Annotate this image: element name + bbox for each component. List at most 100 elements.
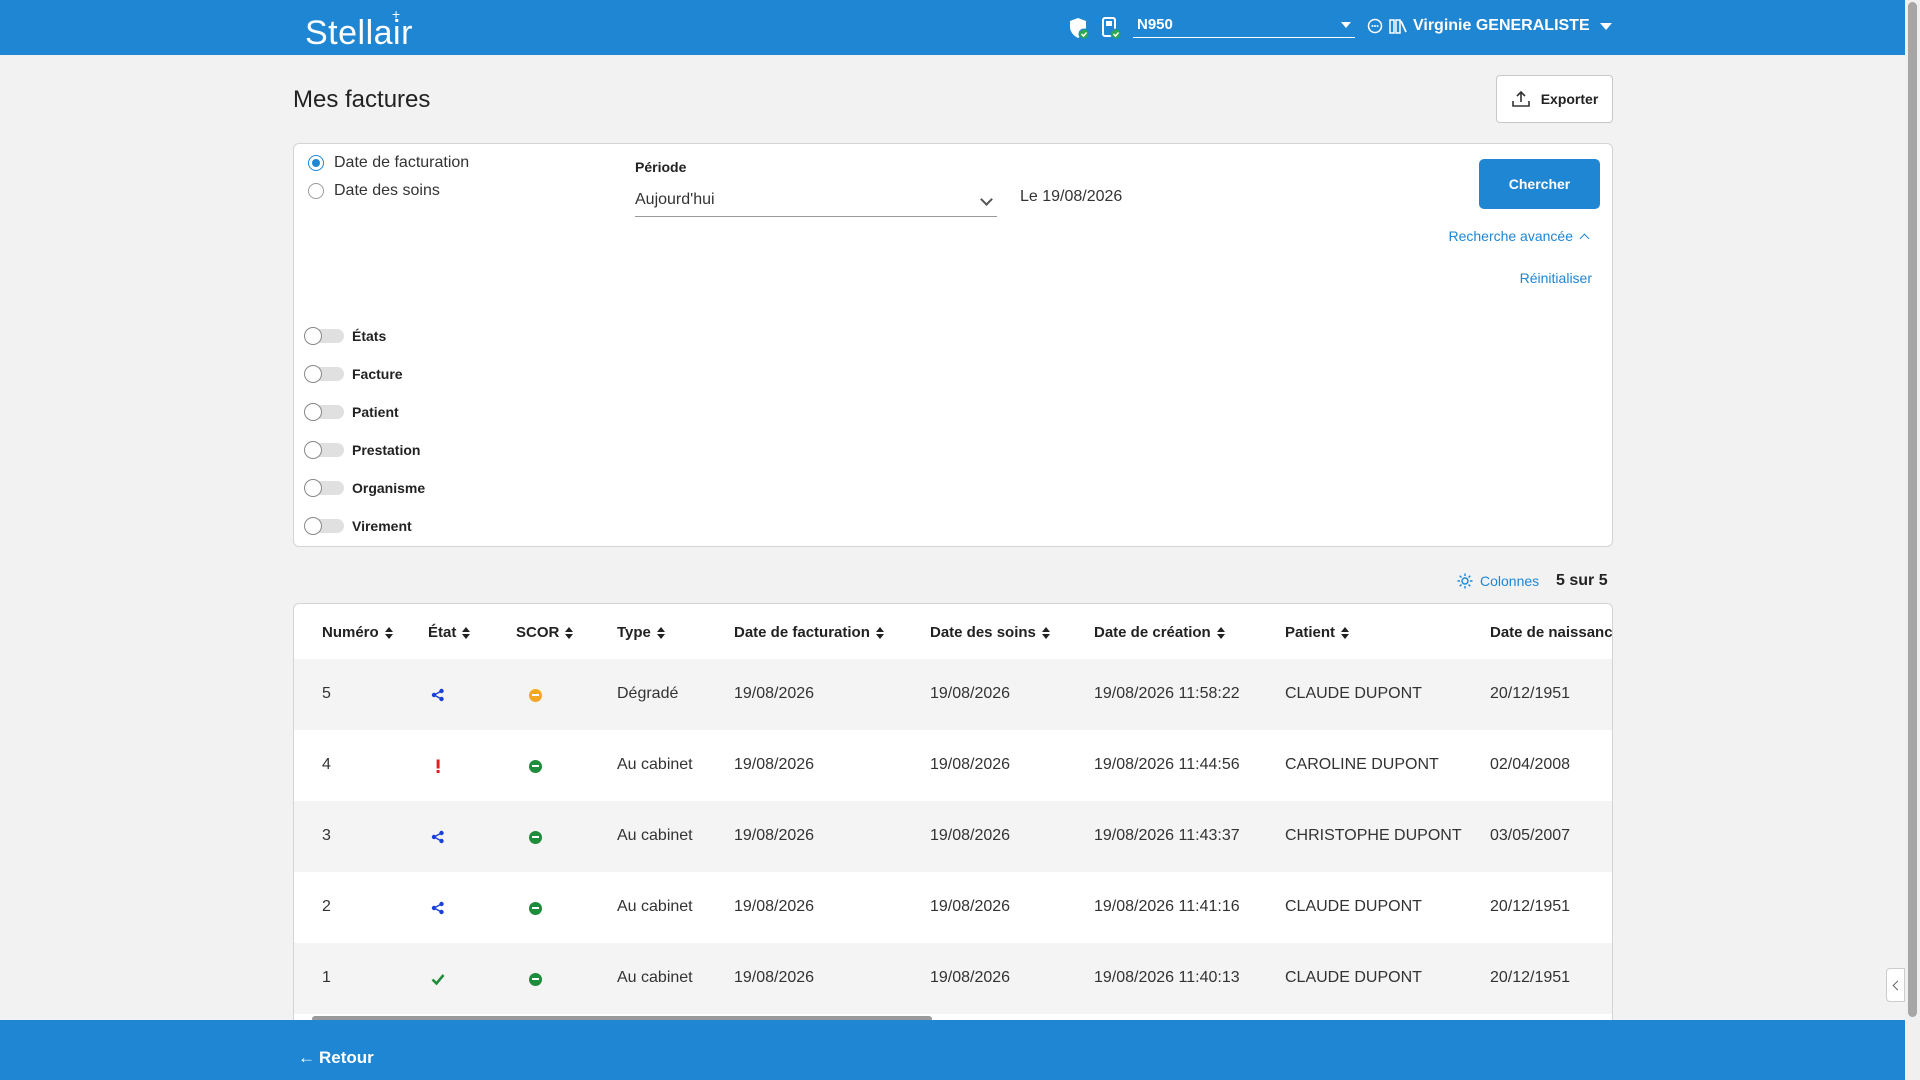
warning-icon: [436, 759, 440, 773]
search-button[interactable]: Chercher: [1479, 159, 1600, 209]
toggle-organisme[interactable]: Organisme: [304, 479, 425, 497]
radio-date-facturation[interactable]: Date de facturation: [308, 154, 469, 172]
sort-icon: [1341, 626, 1350, 639]
device-select[interactable]: N950: [1133, 16, 1355, 38]
chat-icon[interactable]: [1367, 18, 1383, 34]
filter-panel: Date de facturation Date des soins Pério…: [293, 143, 1613, 547]
check-icon: [431, 974, 445, 986]
radio-label: Date de facturation: [334, 154, 470, 171]
cell-numero: 3: [322, 827, 331, 844]
scor-status-green-icon: [529, 902, 542, 915]
upload-icon: [1511, 90, 1530, 107]
user-menu[interactable]: Virginie GENERALISTE: [1367, 17, 1612, 35]
radio-button-selected[interactable]: [308, 155, 324, 171]
column-header-type[interactable]: Type: [617, 624, 665, 641]
column-header-patient[interactable]: Patient: [1285, 624, 1350, 641]
cell-type: Au cabinet: [617, 756, 693, 773]
column-header-label: Type: [617, 624, 651, 641]
reset-link[interactable]: Réinitialiser: [1520, 270, 1592, 286]
toggle-prestation[interactable]: Prestation: [304, 441, 421, 459]
chevron-down-icon: [1341, 22, 1351, 28]
cell-date-creation: 19/08/2026 11:44:56: [1094, 756, 1240, 773]
sort-icon: [1041, 626, 1050, 639]
cell-type: Au cabinet: [617, 969, 693, 986]
sort-icon: [565, 626, 574, 639]
toggle-switch[interactable]: [304, 365, 344, 383]
toggle-switch[interactable]: [304, 517, 344, 535]
toggle-switch[interactable]: [304, 479, 344, 497]
column-header-label: État: [428, 624, 457, 641]
table-row[interactable]: 5 Dégradé 19/08/2026 19/08/2026 19/08/20…: [294, 659, 1612, 730]
toggle-facture[interactable]: Facture: [304, 365, 403, 383]
toggle-etats[interactable]: États: [304, 327, 386, 345]
security-shield-icon[interactable]: [1068, 16, 1090, 40]
sort-icon: [656, 626, 665, 639]
side-panel-toggle[interactable]: [1886, 968, 1905, 1002]
toggle-switch[interactable]: [304, 327, 344, 345]
cell-numero: 5: [322, 685, 331, 702]
scor-status-green-icon: [529, 760, 542, 773]
periode-select-value: Aujourd'hui: [635, 191, 715, 208]
back-button[interactable]: ← Retour: [298, 1048, 374, 1068]
radio-button[interactable]: [308, 183, 324, 199]
card-reader-icon[interactable]: [1100, 16, 1122, 40]
cell-date-naissance: 20/12/1951: [1490, 969, 1571, 986]
invoices-table: Numéro État SCOR Type Date de facturatio…: [293, 603, 1613, 1023]
toggle-switch[interactable]: [304, 441, 344, 459]
radio-label: Date des soins: [334, 182, 440, 199]
back-button-label: Retour: [319, 1048, 374, 1067]
column-header-label: Date des soins: [930, 624, 1036, 641]
column-header-date-naissance[interactable]: Date de naissanc: [1490, 624, 1612, 641]
table-row[interactable]: 3 Au cabinet 19/08/2026 19/08/2026 19/08…: [294, 801, 1612, 872]
cell-type: Dégradé: [617, 685, 679, 702]
cell-type: Au cabinet: [617, 898, 693, 915]
toggle-label: Virement: [352, 518, 412, 534]
sort-icon: [384, 626, 393, 639]
toggle-patient[interactable]: Patient: [304, 403, 399, 421]
cell-date-facturation: 19/08/2026: [734, 969, 815, 986]
export-button-label: Exporter: [1540, 91, 1599, 107]
periode-label: Période: [635, 159, 687, 175]
toggle-switch[interactable]: [304, 403, 344, 421]
toggle-label: Prestation: [352, 442, 421, 458]
scrollbar-thumb[interactable]: [1908, 2, 1917, 1017]
cell-date-soins: 19/08/2026: [930, 898, 1011, 915]
cell-patient: CLAUDE DUPONT: [1285, 898, 1422, 915]
periode-select[interactable]: Aujourd'hui: [635, 187, 997, 217]
cell-date-naissance: 02/04/2008: [1490, 756, 1571, 773]
cell-date-creation: 19/08/2026 11:41:16: [1094, 898, 1240, 915]
columns-button[interactable]: Colonnes: [1456, 572, 1539, 590]
chevron-down-icon: [1599, 22, 1612, 30]
user-group-icon: [1389, 19, 1407, 34]
cell-patient: CLAUDE DUPONT: [1285, 685, 1422, 702]
column-header-date-soins[interactable]: Date des soins: [930, 624, 1050, 641]
logo-star-icon: +: [392, 6, 401, 22]
column-header-numero[interactable]: Numéro: [322, 624, 393, 641]
cell-date-soins: 19/08/2026: [930, 827, 1011, 844]
table-row[interactable]: 1 Au cabinet 19/08/2026 19/08/2026 19/08…: [294, 943, 1612, 1014]
radio-date-soins[interactable]: Date des soins: [308, 182, 440, 200]
column-header-date-creation[interactable]: Date de création: [1094, 624, 1225, 641]
columns-label: Colonnes: [1480, 573, 1540, 589]
column-header-scor[interactable]: SCOR: [516, 624, 574, 641]
advanced-search-toggle[interactable]: Recherche avancée: [1448, 228, 1590, 244]
chevron-down-icon: [980, 193, 993, 206]
table-row[interactable]: 4 Au cabinet 19/08/2026 19/08/2026 19/08…: [294, 730, 1612, 801]
cell-numero: 2: [322, 898, 331, 915]
sort-icon: [462, 626, 471, 639]
sort-icon: [1216, 626, 1225, 639]
column-header-label: Patient: [1285, 624, 1336, 641]
column-header-date-facturation[interactable]: Date de facturation: [734, 624, 884, 641]
scor-status-green-icon: [529, 973, 542, 986]
table-row[interactable]: 2 Au cabinet 19/08/2026 19/08/2026 19/08…: [294, 872, 1612, 943]
chevron-up-icon: [1579, 233, 1590, 243]
vertical-scrollbar[interactable]: [1905, 0, 1920, 1080]
footer-bar: ← Retour: [0, 1020, 1905, 1080]
toggle-virement[interactable]: Virement: [304, 517, 412, 535]
cell-patient: CAROLINE DUPONT: [1285, 756, 1439, 773]
sort-icon: [875, 626, 884, 639]
cell-date-naissance: 03/05/2007: [1490, 827, 1571, 844]
column-header-etat[interactable]: État: [428, 624, 471, 641]
cell-patient: CHRISTOPHE DUPONT: [1285, 827, 1462, 844]
export-button[interactable]: Exporter: [1496, 75, 1613, 123]
